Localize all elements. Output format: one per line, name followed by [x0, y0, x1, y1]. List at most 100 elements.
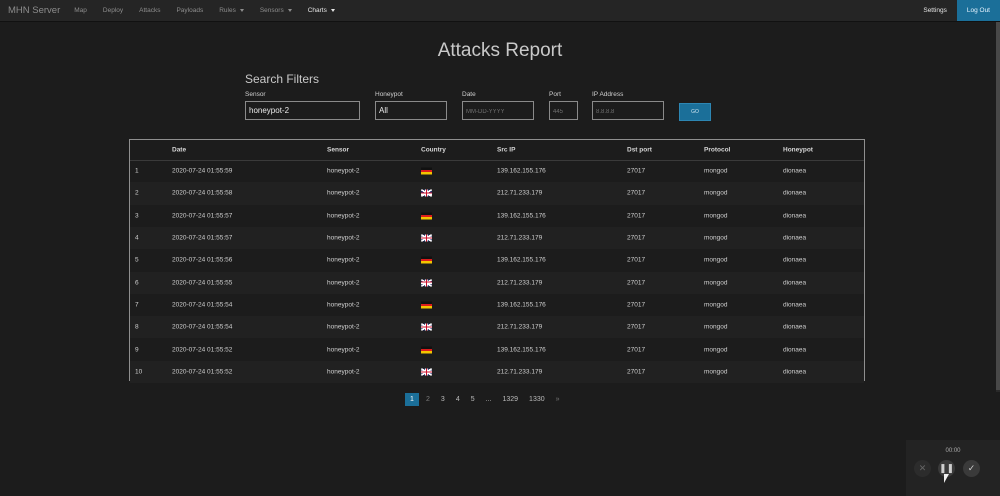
pagination: 1 2 3 4 5... 1329 1330»	[405, 393, 567, 406]
caret-down-icon	[330, 9, 335, 12]
close-icon: ✕	[918, 463, 927, 473]
row-src-ip: 212.71.233.179	[497, 323, 543, 331]
row-honeypot: dionaea	[783, 212, 807, 220]
table-row: 2 2020-07-24 01:55:58 honeypot-2 212.71.233…	[130, 182, 864, 205]
row-country	[421, 212, 432, 220]
table-row: 9 2020-07-24 01:55:52 honeypot-2 139.162.15…	[130, 338, 864, 360]
row-sensor: honeypot-2	[327, 368, 360, 376]
row-date: 2020-07-24 01:55:55	[172, 279, 233, 287]
row-honeypot: dionaea	[783, 167, 807, 175]
row-dst-port: 27017	[627, 301, 646, 309]
row-protocol: mongod	[704, 167, 728, 175]
table-row: 3 2020-07-24 01:55:57 honeypot-2 139.162.15…	[130, 205, 864, 227]
row-dst-port: 27017	[627, 323, 646, 331]
row-country	[421, 189, 432, 197]
pagination-page[interactable]: 3	[437, 393, 449, 406]
row-honeypot: dionaea	[783, 301, 807, 309]
row-honeypot: dionaea	[783, 368, 807, 376]
port-label: Port	[549, 91, 561, 98]
row-protocol: mongod	[704, 256, 728, 264]
header-dst-port: Dst port	[627, 146, 652, 154]
row-index: 4	[135, 234, 139, 242]
row-date: 2020-07-24 01:55:52	[172, 368, 233, 376]
brand-logo[interactable]: MHN Server	[0, 5, 60, 16]
row-sensor: honeypot-2	[327, 234, 360, 242]
row-dst-port: 27017	[627, 368, 646, 376]
nav-menu: Map Deploy Attacks Payloads Rules Sensors Char…	[74, 7, 351, 14]
header-date: Date	[172, 146, 187, 154]
nav-right: Settings Log Out	[923, 0, 1000, 21]
nav-item-label: Rules	[219, 7, 236, 14]
pagination-page[interactable]: 1330	[525, 393, 549, 406]
row-country	[421, 167, 432, 175]
row-country	[421, 279, 432, 287]
nav-item-deploy[interactable]: Deploy	[103, 7, 123, 14]
pagination-page[interactable]: 2	[422, 393, 434, 406]
row-index: 5	[135, 256, 139, 264]
row-dst-port: 27017	[627, 167, 646, 175]
recorder-cancel-button[interactable]: ✕	[914, 460, 931, 477]
nav-item-sensors[interactable]: Sensors	[260, 7, 292, 14]
port-input[interactable]	[549, 101, 578, 120]
honeypot-input[interactable]	[375, 101, 447, 120]
sensor-input[interactable]	[245, 101, 360, 120]
search-filters-title: Search Filters	[245, 72, 320, 86]
go-button[interactable]: GO	[679, 103, 711, 121]
sensor-label: Sensor	[245, 91, 266, 98]
port-filter: Port	[549, 91, 578, 120]
ip-label: IP Address	[592, 91, 624, 98]
honeypot-filter: Honeypot	[375, 91, 447, 120]
row-honeypot: dionaea	[783, 323, 807, 331]
row-protocol: mongod	[704, 212, 728, 220]
germany-flag-icon	[421, 301, 432, 309]
header-src-ip: Src IP	[497, 146, 516, 154]
row-honeypot: dionaea	[783, 234, 807, 242]
uk-flag-icon	[421, 323, 432, 331]
row-dst-port: 27017	[627, 256, 646, 264]
header-country: Country	[421, 146, 446, 154]
row-index: 7	[135, 301, 139, 309]
nav-item-label: Payloads	[176, 7, 204, 14]
pagination-next[interactable]: »	[552, 393, 564, 406]
row-date: 2020-07-24 01:55:52	[172, 346, 233, 354]
row-country	[421, 234, 432, 242]
row-index: 6	[135, 279, 139, 287]
nav-item-map[interactable]: Map	[74, 7, 87, 14]
row-country	[421, 256, 432, 264]
nav-item-label: Map	[74, 7, 87, 14]
nav-item-attacks[interactable]: Attacks	[139, 7, 160, 14]
row-date: 2020-07-24 01:55:56	[172, 256, 233, 264]
ip-input[interactable]	[592, 101, 664, 120]
row-sensor: honeypot-2	[327, 189, 360, 197]
ip-filter: IP Address	[592, 91, 664, 120]
pagination-page[interactable]: 4	[452, 393, 464, 406]
row-index: 2	[135, 189, 139, 197]
pause-icon: ❚❚	[938, 463, 955, 473]
row-country	[421, 301, 432, 309]
date-input[interactable]	[462, 101, 534, 120]
scrollbar-thumb[interactable]	[996, 22, 1000, 390]
nav-item-payloads[interactable]: Payloads	[176, 7, 203, 14]
row-index: 10	[135, 368, 143, 376]
row-honeypot: dionaea	[783, 346, 807, 354]
row-country	[421, 346, 432, 354]
logout-button[interactable]: Log Out	[956, 0, 1000, 21]
row-honeypot: dionaea	[783, 189, 807, 197]
nav-item-charts[interactable]: Charts	[308, 7, 335, 14]
pagination-ellipsis: ...	[485, 396, 492, 403]
table-row: 6 2020-07-24 01:55:55 honeypot-2 212.71.233…	[130, 271, 864, 294]
pagination-page[interactable]: 1	[405, 393, 419, 406]
settings-link[interactable]: Settings	[923, 7, 947, 14]
row-protocol: mongod	[704, 234, 728, 242]
row-index: 8	[135, 323, 139, 331]
pagination-page[interactable]: 1329	[498, 393, 522, 406]
table-row: 7 2020-07-24 01:55:54 honeypot-2 139.162.15…	[130, 294, 864, 316]
recorder-done-button[interactable]: ✓	[963, 460, 980, 477]
row-dst-port: 27017	[627, 346, 646, 354]
nav-item-label: Attacks	[139, 7, 161, 14]
row-sensor: honeypot-2	[327, 279, 360, 287]
date-label: Date	[462, 91, 476, 98]
pagination-page[interactable]: 5	[467, 393, 479, 406]
row-date: 2020-07-24 01:55:59	[172, 167, 233, 175]
nav-item-rules[interactable]: Rules	[219, 7, 244, 14]
